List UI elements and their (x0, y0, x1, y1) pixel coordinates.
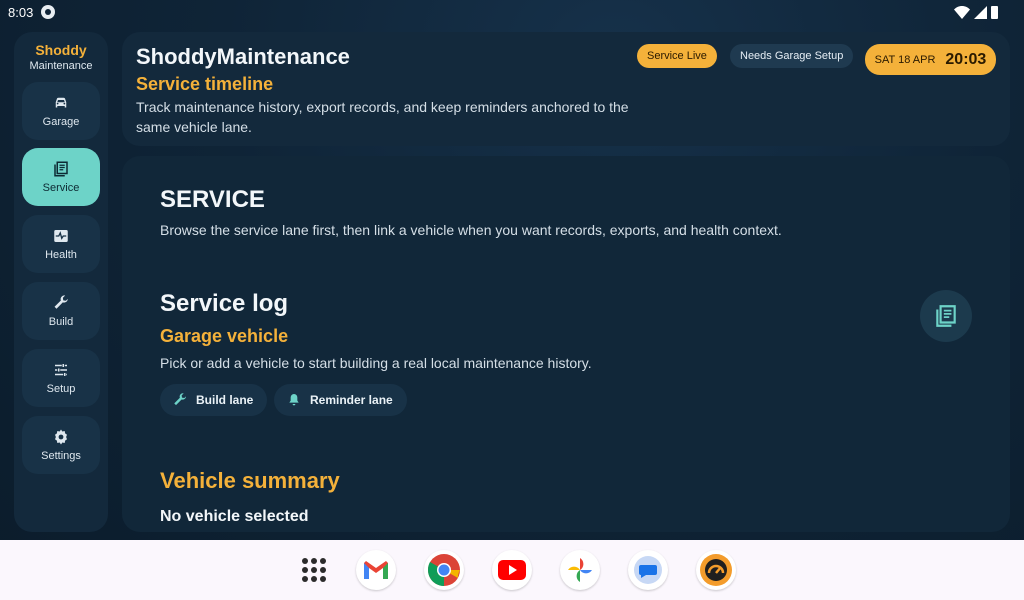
build-lane-button[interactable]: Build lane (160, 384, 268, 416)
page-subtitle: Service timeline (136, 74, 274, 94)
app-title: Shoddy Maintenance (14, 42, 108, 72)
reminder-lane-button[interactable]: Reminder lane (274, 384, 407, 416)
nav-item-health[interactable]: Health (22, 215, 100, 273)
app-dock (0, 540, 1024, 600)
section-title: SERVICE (160, 186, 265, 213)
date-label: SAT 18 APR (874, 53, 936, 66)
nav-label-health: Health (45, 249, 77, 261)
clock-label: 20:03 (945, 50, 987, 68)
service-log-title: Service log (160, 290, 289, 317)
wrench-icon (54, 295, 68, 309)
wifi-icon (954, 5, 970, 19)
service-live-chip[interactable]: Service Live (637, 44, 717, 68)
header-card: ShoddyMaintenance Service timeline Track… (122, 32, 1010, 146)
wrench-icon (174, 393, 186, 406)
service-content[interactable]: SERVICE Browse the service lane first, t… (122, 156, 1010, 532)
service-log-icon (936, 305, 956, 327)
gmail-icon[interactable] (356, 550, 396, 590)
nav-label-settings: Settings (41, 450, 81, 462)
service-log-icon (54, 161, 68, 177)
navigation-rail: Shoddy Maintenance Garage Service Health… (14, 32, 108, 532)
youtube-icon[interactable] (492, 550, 532, 590)
vehicle-summary-title: Vehicle summary (160, 468, 340, 493)
gear-icon (55, 429, 67, 445)
app-drawer-icon[interactable] (302, 558, 326, 582)
shoddy-app-icon[interactable] (696, 550, 736, 590)
bell-icon (289, 394, 299, 406)
status-time: 8:03 (8, 5, 34, 20)
nav-item-garage[interactable]: Garage (22, 82, 100, 140)
section-description: Browse the service lane first, then link… (160, 222, 782, 238)
page-title: ShoddyMaintenance (136, 44, 350, 69)
sync-icon (41, 5, 55, 19)
nav-item-build[interactable]: Build (22, 282, 100, 340)
app-name-line1: Shoddy (35, 42, 87, 58)
messages-icon[interactable] (628, 550, 668, 590)
status-bar: 8:03 (0, 0, 1024, 24)
nav-label-service: Service (42, 182, 80, 194)
date-time-pill: SAT 18 APR 20:03 (865, 44, 996, 75)
sliders-icon (55, 364, 67, 376)
app-name-line2: Maintenance (29, 60, 93, 72)
nav-item-settings[interactable]: Settings (22, 416, 100, 474)
chrome-icon[interactable] (424, 550, 464, 590)
status-icons (954, 5, 998, 19)
nav-item-setup[interactable]: Setup (22, 349, 100, 407)
battery-icon (991, 5, 998, 19)
nav-label-setup: Setup (46, 383, 76, 395)
service-log-subtitle: Garage vehicle (160, 326, 289, 346)
service-log-button[interactable] (920, 290, 972, 342)
car-icon (55, 97, 67, 108)
service-log-description: Pick or add a vehicle to start building … (160, 355, 592, 371)
vehicle-summary-status: No vehicle selected (160, 508, 309, 525)
nav-label-build: Build (48, 316, 74, 328)
nav-item-service[interactable]: Service (22, 148, 100, 206)
photos-icon[interactable] (560, 550, 600, 590)
build-lane-label: Build lane (196, 393, 254, 407)
reminder-lane-label: Reminder lane (310, 393, 393, 407)
cell-signal-icon (974, 5, 987, 19)
service-log-card: Service log Garage vehicle Pick or add a… (146, 266, 986, 426)
nav-label-garage: Garage (42, 116, 80, 128)
needs-garage-setup-chip[interactable]: Needs Garage Setup (730, 44, 854, 68)
health-icon (54, 230, 68, 242)
page-description: Track maintenance history, export record… (136, 99, 629, 135)
